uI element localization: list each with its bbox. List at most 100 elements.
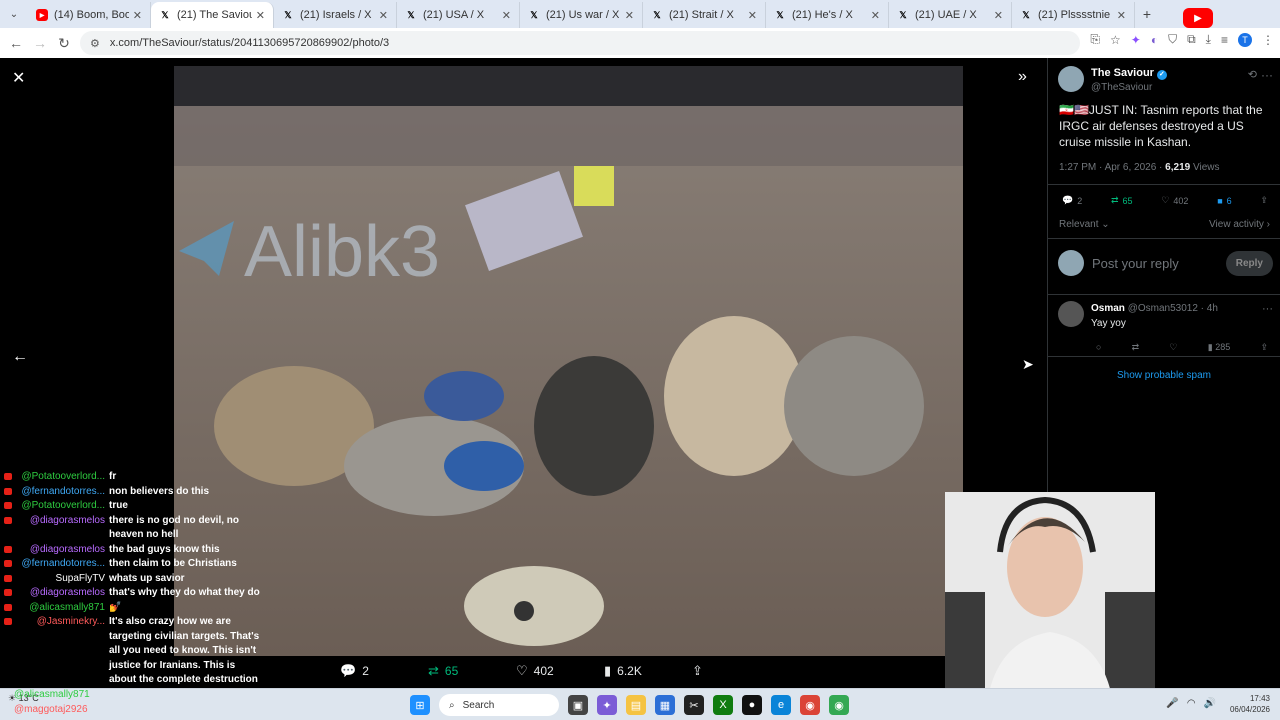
profile-avatar[interactable]: T <box>1238 32 1252 47</box>
wifi-icon[interactable]: ◠ <box>1187 698 1196 709</box>
x-icon: 𝕏 <box>161 9 169 20</box>
chrome-icon[interactable]: ◉ <box>800 695 820 715</box>
volume-icon[interactable]: 🔊 <box>1204 698 1216 709</box>
repost-icon[interactable]: ⇄ <box>1132 342 1140 353</box>
menu-icon[interactable]: ⋮ <box>1262 33 1274 47</box>
shield-icon[interactable]: ⛉ <box>1168 32 1177 47</box>
post-header: The Saviour ✓ @TheSaviour ⟲ ··· <box>1058 66 1273 96</box>
more-options-icon[interactable]: ··· <box>1262 303 1273 315</box>
grok-icon[interactable]: ⟲ <box>1248 68 1257 81</box>
close-tab-icon[interactable]: ✕ <box>133 9 142 22</box>
views-stat[interactable]: ▮ 285 <box>1208 342 1231 353</box>
edge-icon[interactable]: e <box>771 695 791 715</box>
reload-button[interactable]: ↻ <box>52 35 76 52</box>
reply-button[interactable]: Reply <box>1225 250 1273 276</box>
reply-avatar[interactable] <box>1058 301 1084 327</box>
verified-badge-icon: ✓ <box>1156 70 1167 80</box>
browser-tab[interactable]: 𝕏 (21) Plsssstnie / X ✕ <box>1012 2 1135 28</box>
chat-username: @alicasmally871 <box>29 601 105 613</box>
extensions-puzzle-icon[interactable]: ⧉ <box>1187 32 1196 47</box>
browser-tab[interactable]: 𝕏 (21) UAE / X ✕ <box>889 2 1012 28</box>
bookmark-star-icon[interactable]: ☆ <box>1110 33 1121 47</box>
heart-icon[interactable]: ♡ <box>1169 342 1177 353</box>
file-explorer-icon[interactable]: ▤ <box>626 695 646 715</box>
clock[interactable]: 17:43 06/04/2026 <box>1230 693 1270 715</box>
chat-text: that's why they do what they do <box>109 587 260 598</box>
reply-icon[interactable]: ○ <box>1096 342 1101 353</box>
previous-photo-icon[interactable]: ← <box>12 348 28 366</box>
close-tab-icon[interactable]: ✕ <box>256 9 265 22</box>
sort-replies-dropdown[interactable]: Relevant ⌄ <box>1059 219 1110 230</box>
author-avatar[interactable] <box>1058 66 1084 92</box>
chat-message: @Potatooverlord... true <box>0 499 260 514</box>
reply-stat[interactable]: 💬 2 <box>1062 195 1082 206</box>
chat-message: @diagorasmelos the bad guys know this <box>0 543 260 558</box>
share-icon[interactable]: ⇪ <box>1260 342 1268 353</box>
view-activity-link[interactable]: View activity › <box>1209 219 1270 230</box>
store-icon[interactable]: ▦ <box>655 695 675 715</box>
chat-text: 💅 <box>109 601 122 613</box>
toolbar-icons: ⎘ ☆ ✦ ◐ ⛉ ⧉ ⤓ ≡ T ⋮ <box>1090 32 1274 47</box>
tab-title: (21) UAE / X <box>915 9 977 21</box>
extension-icon[interactable]: ✦ <box>1131 33 1141 47</box>
reply-action[interactable]: 💬 2 <box>340 663 428 679</box>
like-stat[interactable]: ♡ 402 <box>1161 195 1188 206</box>
weather-widget[interactable]: ☀ 13°C <box>8 693 39 704</box>
show-probable-spam-link[interactable]: Show probable spam <box>1048 370 1280 381</box>
reply-input[interactable]: Post your reply <box>1092 256 1218 271</box>
share-action[interactable]: ⇪ <box>692 663 780 679</box>
extension-icon[interactable]: ◐ <box>1151 33 1158 47</box>
post-text: 🇮🇷🇺🇸JUST IN: Tasnim reports that the IRG… <box>1059 103 1263 149</box>
forward-button[interactable]: → <box>28 35 52 51</box>
like-action[interactable]: ♡ 402 <box>516 663 604 679</box>
close-tab-icon[interactable]: ✕ <box>871 9 880 22</box>
url-field[interactable]: ⚙ x.com/TheSaviour/status/20411306957208… <box>80 31 1080 55</box>
reply-author[interactable]: Osman @Osman53012 · 4h <box>1091 303 1218 314</box>
post-photo[interactable]: Alibk3 <box>174 66 963 656</box>
browser-tab[interactable]: 𝕏 (21) The Saviour on X ✕ <box>151 2 274 28</box>
repost-stat[interactable]: ⇄ 65 <box>1111 195 1133 206</box>
site-info-icon[interactable]: ⚙ <box>90 37 100 50</box>
mic-icon[interactable]: 🎤 <box>1166 698 1178 709</box>
browser-tab[interactable]: 𝕏 (21) He's / X ✕ <box>766 2 889 28</box>
author-handle[interactable]: @TheSaviour <box>1091 82 1152 93</box>
capcut-icon[interactable]: ✂ <box>684 695 704 715</box>
collapse-sidebar-icon[interactable]: » <box>1018 68 1027 86</box>
xbox-icon[interactable]: X <box>713 695 733 715</box>
start-icon[interactable]: ⊞ <box>410 695 430 715</box>
back-button[interactable]: ← <box>4 35 28 51</box>
tab-search-dropdown[interactable]: ⌄ <box>0 0 28 28</box>
taskbar-apps: ⊞ ⌕ Search ▣ ✦ ▤ ▦ ✂ X ● e ◉ ◉ <box>410 694 849 716</box>
copilot-icon[interactable]: ✦ <box>597 695 617 715</box>
chrome-profile-icon[interactable]: ◉ <box>829 695 849 715</box>
watermark-text: Alibk3 <box>244 212 440 292</box>
chat-username: SupaFlyTV <box>55 572 105 584</box>
reading-list-icon[interactable]: ≡ <box>1221 33 1228 47</box>
close-tab-icon[interactable]: ✕ <box>748 9 757 22</box>
repost-action[interactable]: ⇄ 65 <box>428 663 516 679</box>
close-icon[interactable]: ✕ <box>12 68 25 88</box>
browser-tab[interactable]: 𝕏 (21) Strait / X ✕ <box>643 2 766 28</box>
more-options-icon[interactable]: ··· <box>1261 68 1273 82</box>
share-stat[interactable]: ⇪ <box>1260 195 1268 206</box>
close-tab-icon[interactable]: ✕ <box>1117 9 1126 22</box>
youtube-badge-icon <box>4 589 12 596</box>
browser-tab[interactable]: 𝕏 (21) Us war / X ✕ <box>520 2 643 28</box>
download-icon[interactable]: ⤓ <box>1206 32 1211 47</box>
views-action[interactable]: ▮ 6.2K <box>604 663 692 679</box>
browser-tab[interactable]: 𝕏 (21) Israels / X ✕ <box>274 2 397 28</box>
close-tab-icon[interactable]: ✕ <box>379 9 388 22</box>
youtube-badge-icon <box>4 545 12 553</box>
browser-tab[interactable]: 𝕏 (21) USA / X ✕ <box>397 2 520 28</box>
install-icon[interactable]: ⎘ <box>1090 32 1100 47</box>
taskbar-search[interactable]: ⌕ Search <box>439 694 559 716</box>
close-tab-icon[interactable]: ✕ <box>625 9 634 22</box>
task-view-icon[interactable]: ▣ <box>568 695 588 715</box>
bookmark-stat[interactable]: ■ 6 <box>1217 195 1231 206</box>
browser-tab[interactable]: ▶ (14) Boom, Boom, Tel ✕ <box>28 2 151 28</box>
close-tab-icon[interactable]: ✕ <box>994 9 1003 22</box>
close-tab-icon[interactable]: ✕ <box>502 9 511 22</box>
author-name[interactable]: The Saviour ✓ <box>1091 67 1167 80</box>
new-tab-button[interactable]: + <box>1135 6 1159 22</box>
obs-icon[interactable]: ● <box>742 695 762 715</box>
